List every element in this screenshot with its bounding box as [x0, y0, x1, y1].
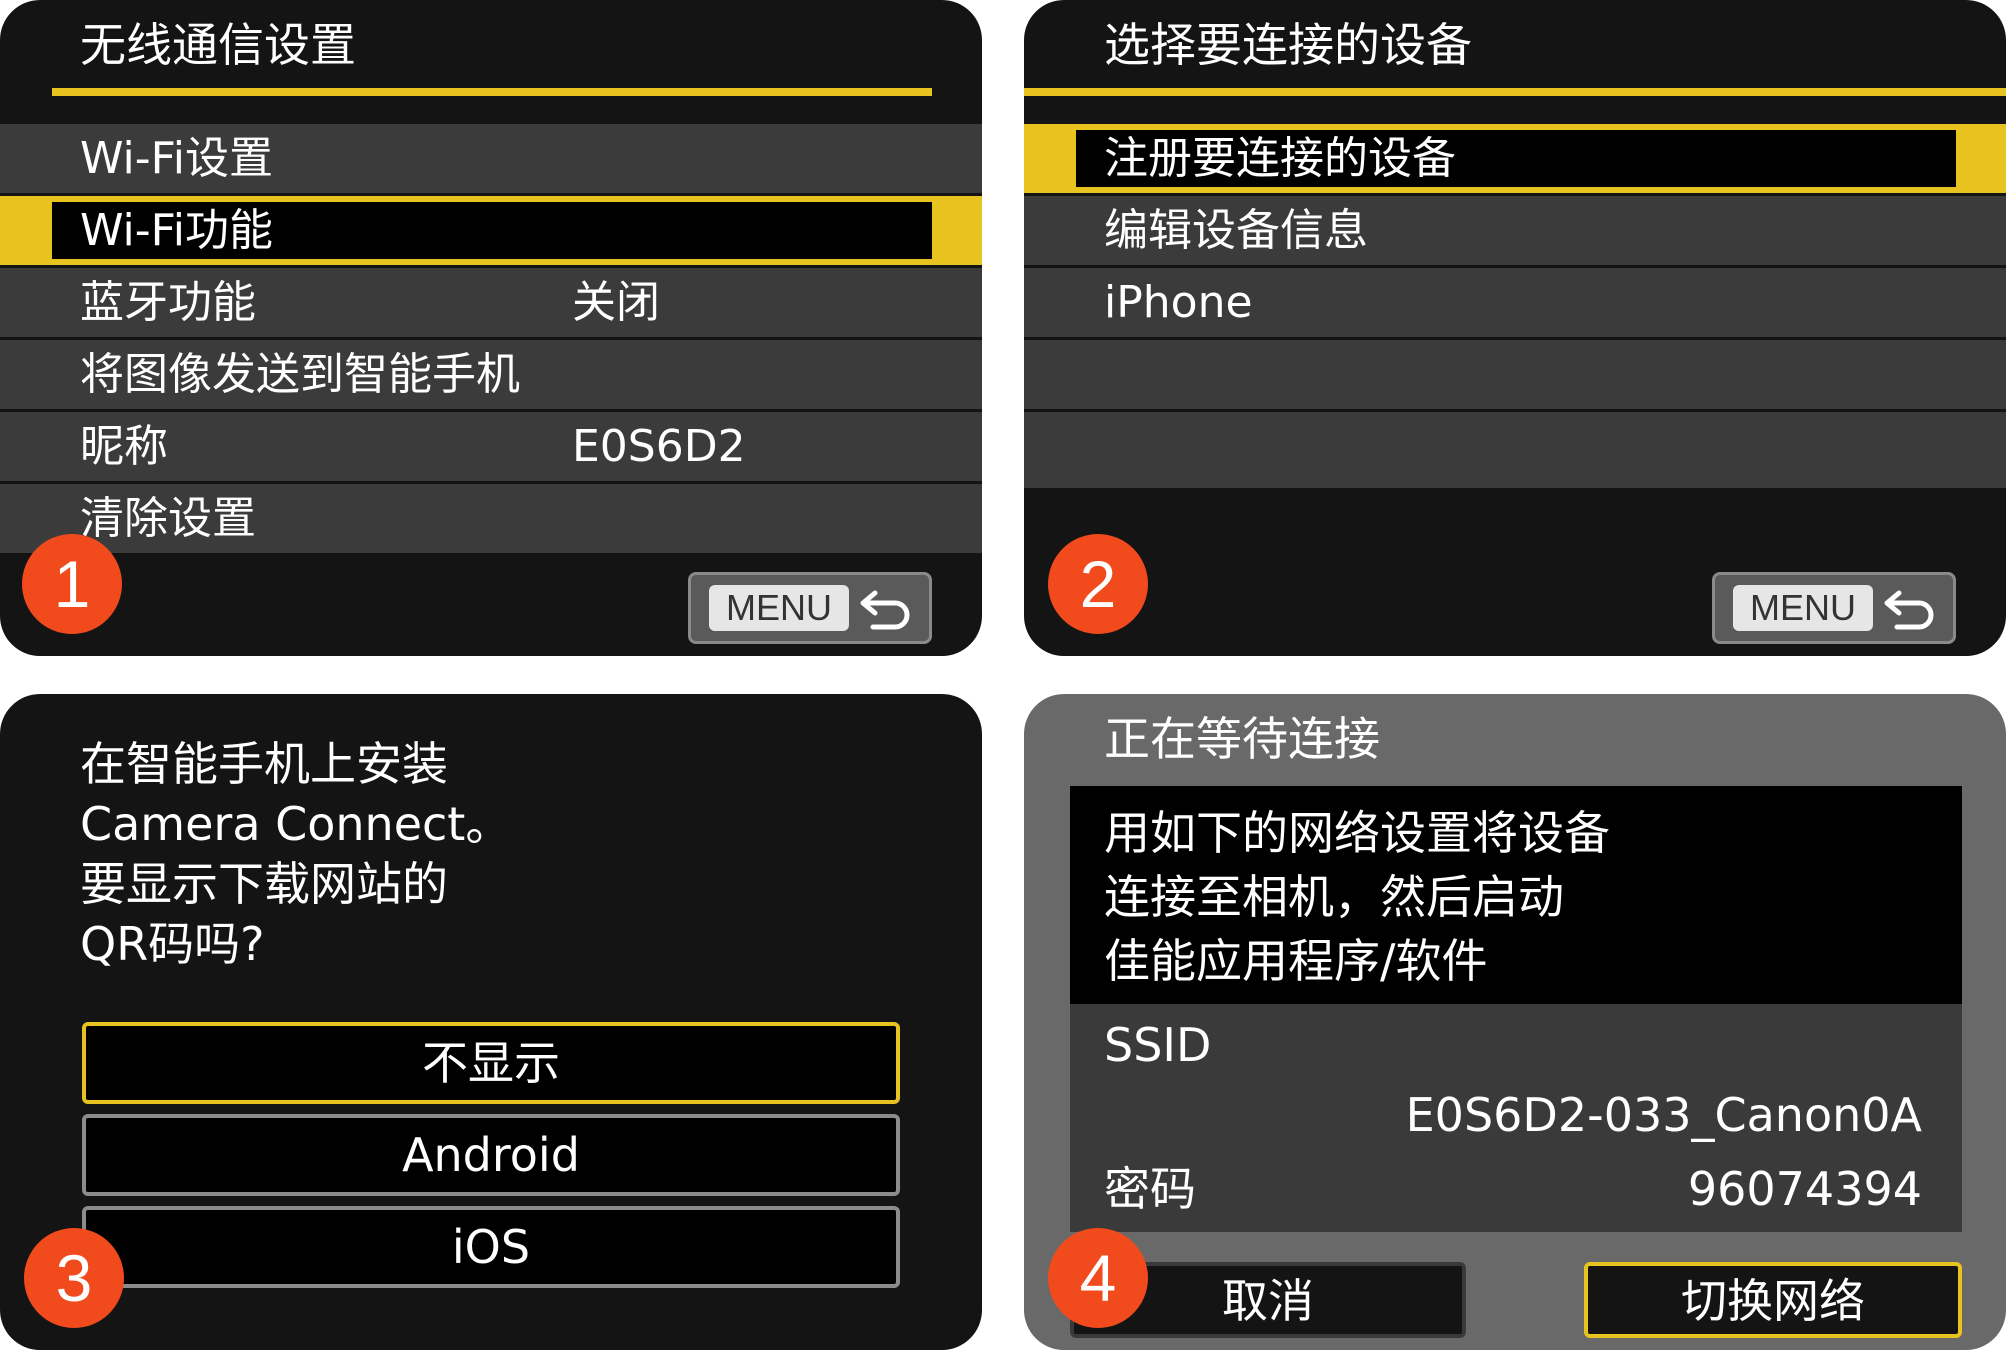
step-badge: 2 — [1048, 534, 1148, 634]
option-android-button[interactable]: Android — [82, 1114, 900, 1196]
prompt-line: 在智能手机上安装 — [80, 737, 448, 791]
menu-item-label: 蓝牙功能 — [80, 277, 256, 328]
option-ios-button[interactable]: iOS — [82, 1206, 900, 1288]
menu-item-send-to-smartphone[interactable]: 将图像发送到智能手机 — [0, 340, 982, 409]
prompt-line: QR码吗? — [80, 917, 265, 971]
prompt-line: 要显示下载网站的 — [80, 857, 448, 911]
menu-back-button[interactable]: MENU — [688, 572, 932, 644]
ssid-value: E0S6D2-033_Canon0A — [1405, 1088, 1922, 1142]
menu-item-clear-settings[interactable]: 清除设置 — [0, 484, 982, 553]
menu-item-edit-device-info[interactable]: 编辑设备信息 — [1024, 196, 2006, 265]
menu-item-value: 关闭 — [572, 277, 660, 328]
menu-item-label: 昵称 — [80, 421, 168, 472]
step-badge: 1 — [22, 534, 122, 634]
menu-item-empty — [1024, 340, 2006, 409]
menu-item-iphone[interactable]: iPhone — [1024, 268, 2006, 337]
menu-item-nickname[interactable]: 昵称 E0S6D2 — [0, 412, 982, 481]
menu-item-label: Wi-Fi功能 — [80, 205, 273, 256]
network-details: SSID E0S6D2-033_Canon0A 密码 96074394 — [1070, 1004, 1962, 1232]
switch-network-button[interactable]: 切换网络 — [1584, 1262, 1962, 1338]
back-arrow-icon — [860, 590, 910, 630]
menu-item-label: 编辑设备信息 — [1104, 205, 1368, 256]
menu-item-label: Wi-Fi设置 — [80, 133, 273, 184]
title-underline — [52, 88, 932, 96]
step-badge: 4 — [1048, 1228, 1148, 1328]
select-device-screen: 选择要连接的设备 注册要连接的设备 编辑设备信息 iPhone 2 MENU — [1024, 0, 2006, 656]
password-value: 96074394 — [1687, 1162, 1922, 1216]
menu-item-empty — [1024, 412, 2006, 488]
network-info-box: 用如下的网络设置将设备 连接至相机，然后启动 佳能应用程序/软件 SSID E0… — [1070, 786, 1962, 1232]
menu-item-label: iPhone — [1104, 277, 1253, 328]
menu-item-register-device[interactable]: 注册要连接的设备 — [1024, 124, 2006, 193]
menu-item-label: 注册要连接的设备 — [1104, 133, 1456, 184]
message-line: 佳能应用程序/软件 — [1104, 934, 1488, 988]
ssid-label: SSID — [1104, 1018, 1212, 1072]
title-underline — [1024, 88, 2006, 96]
menu-label: MENU — [1733, 585, 1873, 631]
menu-item-label: 将图像发送到智能手机 — [80, 349, 520, 400]
menu-item-value: E0S6D2 — [572, 421, 746, 472]
password-label: 密码 — [1104, 1162, 1196, 1216]
menu-item-wifi-function[interactable]: Wi-Fi功能 — [0, 196, 982, 265]
message-line: 用如下的网络设置将设备 — [1104, 806, 1610, 860]
option-dont-show-button[interactable]: 不显示 — [82, 1022, 900, 1104]
menu-item-bluetooth[interactable]: 蓝牙功能 关闭 — [0, 268, 982, 337]
screen-title: 选择要连接的设备 — [1104, 18, 1472, 72]
menu-item-label: 清除设置 — [80, 493, 256, 544]
menu-back-button[interactable]: MENU — [1712, 572, 1956, 644]
waiting-connection-screen: 正在等待连接 用如下的网络设置将设备 连接至相机，然后启动 佳能应用程序/软件 … — [1024, 694, 2006, 1350]
prompt-line: Camera Connect。 — [80, 797, 512, 851]
screen-title: 无线通信设置 — [80, 18, 356, 72]
menu-item-wifi-settings[interactable]: Wi-Fi设置 — [0, 124, 982, 193]
back-arrow-icon — [1884, 590, 1934, 630]
menu-label: MENU — [709, 585, 849, 631]
wireless-settings-screen: 无线通信设置 Wi-Fi设置 Wi-Fi功能 蓝牙功能 关闭 将图像发送到智能手… — [0, 0, 982, 656]
screen-title: 正在等待连接 — [1104, 712, 1380, 766]
install-app-prompt-screen: 在智能手机上安装 Camera Connect。 要显示下载网站的 QR码吗? … — [0, 694, 982, 1350]
step-badge: 3 — [24, 1228, 124, 1328]
message-line: 连接至相机，然后启动 — [1104, 870, 1564, 924]
